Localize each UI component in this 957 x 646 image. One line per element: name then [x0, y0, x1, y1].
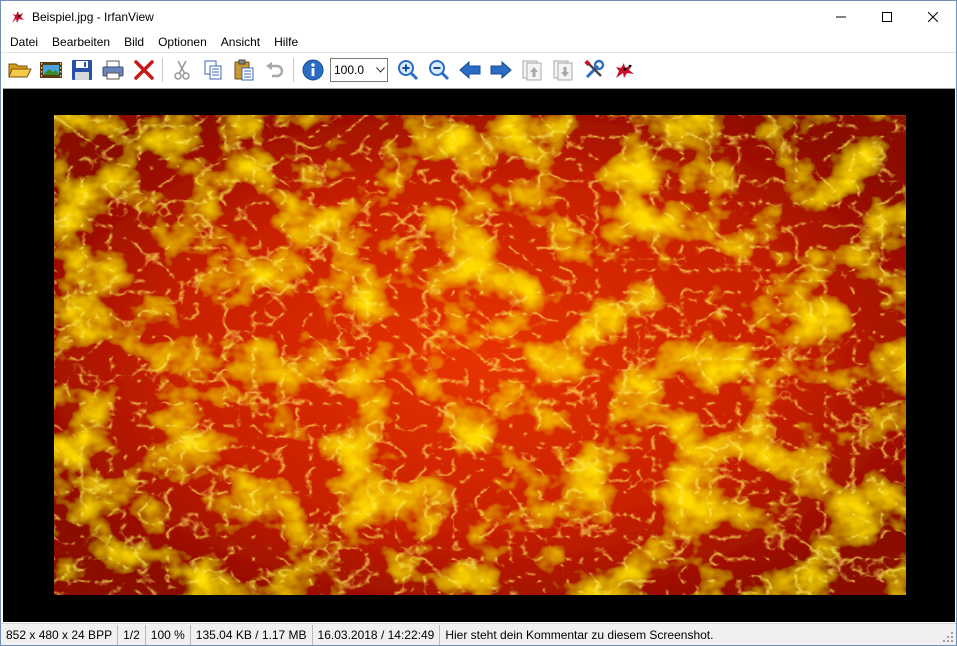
- previous-image-button[interactable]: [454, 55, 485, 85]
- minimize-icon: [836, 16, 846, 17]
- info-icon: [302, 59, 323, 81]
- status-page: 1/2: [118, 624, 146, 645]
- maximize-icon: [882, 11, 892, 22]
- close-icon: [928, 11, 938, 22]
- maximize-button[interactable]: [864, 1, 910, 32]
- menu-ansicht[interactable]: Ansicht: [214, 32, 267, 52]
- page-up-icon: [522, 60, 541, 81]
- delete-button[interactable]: [128, 55, 159, 85]
- menu-bearbeiten[interactable]: Bearbeiten: [45, 32, 117, 52]
- irfanview-cat-icon[interactable]: [10, 9, 26, 25]
- status-zoom: 100 %: [146, 624, 191, 645]
- menu-datei[interactable]: Datei: [3, 32, 45, 52]
- save-button[interactable]: [66, 55, 97, 85]
- displayed-image[interactable]: [54, 115, 906, 595]
- settings-button[interactable]: [578, 55, 609, 85]
- slideshow-icon: [39, 62, 62, 78]
- irfanview-window: Beispiel.jpg - IrfanView Datei Bearbeite…: [0, 0, 957, 646]
- status-file-size: 135.04 KB / 1.17 MB: [191, 624, 313, 645]
- zoom-in-button[interactable]: [392, 55, 423, 85]
- chevron-down-icon[interactable]: [373, 59, 387, 81]
- menu-bar: Datei Bearbeiten Bild Optionen Ansicht H…: [1, 32, 956, 52]
- minimize-button[interactable]: [818, 1, 864, 32]
- close-button[interactable]: [910, 1, 956, 32]
- cut-icon: [173, 60, 190, 80]
- menu-bild[interactable]: Bild: [117, 32, 151, 52]
- toolbar-separator: [293, 58, 294, 82]
- cut-button[interactable]: [166, 55, 197, 85]
- paste-icon: [234, 59, 253, 81]
- toolbar-separator: [162, 58, 163, 82]
- window-title: Beispiel.jpg - IrfanView: [32, 9, 154, 24]
- print-icon: [102, 60, 123, 80]
- undo-button[interactable]: [259, 55, 290, 85]
- page-down-icon: [553, 60, 572, 81]
- next-image-button[interactable]: [485, 55, 516, 85]
- status-bar: 852 x 480 x 24 BPP 1/2 100 % 135.04 KB /…: [1, 623, 956, 645]
- zoom-in-icon: [397, 60, 418, 81]
- delete-icon: [133, 60, 154, 80]
- status-comment: Hier steht dein Kommentar zu diesem Scre…: [445, 627, 714, 642]
- print-button[interactable]: [97, 55, 128, 85]
- irfanview-cat-icon: [615, 63, 634, 78]
- copy-button[interactable]: [197, 55, 228, 85]
- copy-icon: [204, 60, 221, 80]
- zoom-out-button[interactable]: [423, 55, 454, 85]
- undo-icon: [265, 62, 283, 78]
- open-folder-icon: [7, 63, 32, 78]
- page-down-button[interactable]: [547, 55, 578, 85]
- zoom-value[interactable]: 100.0: [331, 63, 373, 77]
- lava-texture-image: [54, 115, 906, 595]
- save-icon: [71, 60, 92, 80]
- status-image-dimensions: 852 x 480 x 24 BPP: [1, 624, 119, 645]
- zoom-out-icon: [428, 60, 449, 81]
- window-controls: [818, 1, 956, 32]
- menu-optionen[interactable]: Optionen: [151, 32, 214, 52]
- slideshow-button[interactable]: [35, 55, 66, 85]
- toolbar: 100.0: [1, 52, 956, 87]
- zoom-combobox[interactable]: 100.0: [330, 58, 388, 82]
- previous-icon: [458, 60, 480, 80]
- paste-button[interactable]: [228, 55, 259, 85]
- title-bar[interactable]: Beispiel.jpg - IrfanView: [1, 1, 956, 32]
- open-button[interactable]: [4, 55, 35, 85]
- image-info-button[interactable]: [297, 55, 328, 85]
- menu-hilfe[interactable]: Hilfe: [267, 32, 305, 52]
- next-icon: [490, 60, 512, 80]
- image-viewport[interactable]: [3, 88, 955, 622]
- resize-grip-icon[interactable]: [942, 631, 954, 643]
- settings-icon: [583, 59, 604, 79]
- page-up-button[interactable]: [516, 55, 547, 85]
- status-datetime: 16.03.2018 / 14:22:49: [313, 624, 441, 645]
- about-irfanview-button[interactable]: [609, 55, 640, 85]
